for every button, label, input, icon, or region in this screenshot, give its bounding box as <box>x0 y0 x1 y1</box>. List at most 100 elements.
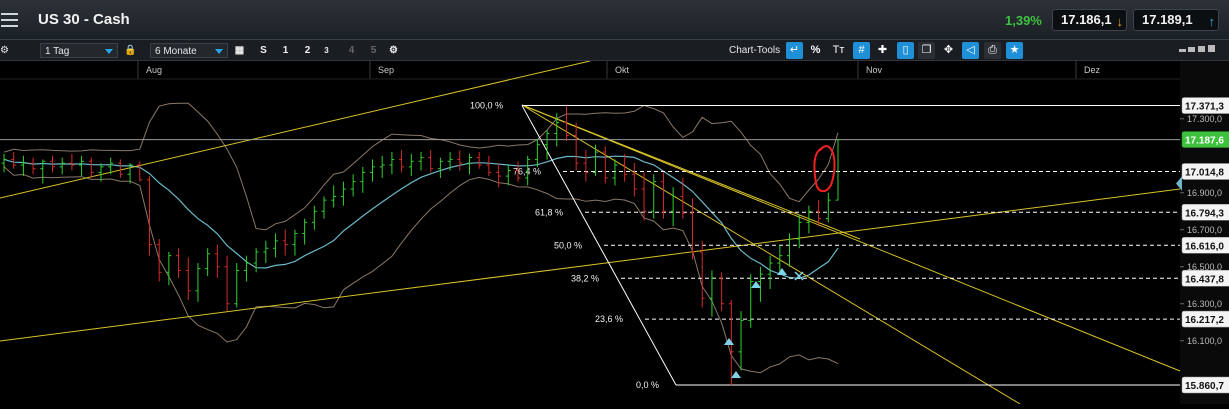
candle <box>486 155 492 177</box>
restore-icon[interactable] <box>1188 47 1195 52</box>
candle <box>1 153 7 173</box>
zoom-button-1[interactable]: 1 <box>278 43 293 58</box>
candle <box>253 248 259 273</box>
fibonacci-level-label: 0,0 % <box>636 380 659 390</box>
candle <box>331 185 337 208</box>
candle <box>379 155 385 178</box>
candle <box>59 157 65 175</box>
chart-tools-label: Chart-Tools <box>729 45 781 56</box>
candle <box>370 159 376 182</box>
candle <box>389 152 395 175</box>
interval-value: 1 Tag <box>45 46 70 57</box>
candle <box>660 172 666 219</box>
range-select[interactable]: 6 Monate <box>150 43 228 58</box>
y-tick-label: 16.300,0 <box>1187 299 1222 309</box>
chevron-down-icon <box>105 49 113 54</box>
candle <box>428 150 434 173</box>
bollinger-lower-line <box>3 166 839 374</box>
interval-select[interactable]: 1 Tag <box>40 43 118 58</box>
candle <box>195 263 201 302</box>
trendline-fib-1 <box>521 104 1181 372</box>
chevron-down-icon <box>215 49 223 54</box>
zoom-button-3[interactable]: 3 <box>319 43 334 58</box>
range-value: 6 Monate <box>155 46 197 57</box>
trendline-lower-channel <box>0 188 1181 342</box>
candle <box>457 150 463 171</box>
price-tag-label: 17.187,6 <box>1185 136 1224 147</box>
instrument-title: US 30 - Cash <box>38 11 130 28</box>
candle <box>20 155 26 177</box>
buy-signal-triangle <box>731 371 741 378</box>
candle <box>350 174 356 197</box>
back-arrow-icon[interactable]: ↵ <box>786 42 803 59</box>
price-chart[interactable]: Aug Sep Okt Nov Dez 100,0 % 76,4 % 61,8 % 50,0 %… <box>0 60 1229 405</box>
candle <box>185 257 191 301</box>
fibonacci-level-label: 38,2 % <box>571 273 599 283</box>
lock-icon[interactable]: 🔒 <box>124 43 136 58</box>
candle <box>738 311 744 371</box>
candle <box>787 233 793 267</box>
trendline-upper-channel <box>0 60 591 199</box>
candle <box>11 152 17 169</box>
print-icon[interactable]: ⎙ <box>984 42 1001 59</box>
candle <box>573 122 579 171</box>
percent-button[interactable]: % <box>807 42 824 59</box>
grid-icon[interactable]: # <box>853 42 870 59</box>
zoom-button-s[interactable]: S <box>256 43 271 58</box>
text-tool-button[interactable]: Tᴛ <box>830 42 847 59</box>
candle <box>757 266 763 302</box>
candle <box>69 153 75 171</box>
candle <box>796 214 802 249</box>
fibonacci-level-label: 23,6 % <box>595 314 623 324</box>
crosshair-icon[interactable]: ✚ <box>874 42 891 59</box>
candlestick-icon[interactable]: ▯ <box>897 42 914 59</box>
candle <box>302 218 308 245</box>
candle <box>214 244 220 278</box>
gear-icon[interactable]: ⚙ <box>386 43 401 58</box>
candle <box>418 152 424 171</box>
candle <box>360 166 366 193</box>
maximize-icon[interactable] <box>1198 46 1205 52</box>
zoom-button-4[interactable]: 4 <box>344 43 359 58</box>
fibonacci-level-label: 50,0 % <box>554 240 582 250</box>
trendline-fib-2 <box>521 104 1021 405</box>
candle <box>476 152 482 169</box>
minimize-icon[interactable] <box>1179 49 1186 52</box>
price-tag-label: 16.217,2 <box>1185 315 1224 326</box>
candle <box>263 240 269 264</box>
candle <box>690 198 696 260</box>
candle <box>234 263 240 308</box>
candle <box>612 159 618 186</box>
buy-price-value: 17.189,1 <box>1142 12 1193 27</box>
zoom-button-5[interactable]: 5 <box>366 43 381 58</box>
fibonacci-level-label: 61,8 % <box>535 207 563 217</box>
candle <box>79 155 85 177</box>
chart-canvas[interactable]: Aug Sep Okt Nov Dez 100,0 % 76,4 % 61,8 % 50,0 %… <box>0 60 1229 405</box>
tag-icon[interactable]: ◁ <box>962 42 979 59</box>
candle <box>835 139 841 201</box>
settings-gear-icon[interactable]: ⚙ <box>0 43 12 58</box>
price-change-percent: 1,39% <box>1005 13 1042 28</box>
calendar-icon[interactable]: ▦ <box>232 43 247 58</box>
indicators-icon[interactable]: ✥ <box>940 42 957 59</box>
month-label: Aug <box>146 65 162 75</box>
candle <box>583 150 589 182</box>
candle <box>321 196 327 219</box>
buy-arrow-icon: ↑ <box>1208 14 1216 29</box>
candle <box>88 157 94 178</box>
sell-price-button[interactable]: 17.186,1 ↓ <box>1052 9 1127 31</box>
price-tag-label: 15.860,7 <box>1185 381 1224 392</box>
candle <box>399 150 405 173</box>
chart-toolbar: ⚙ 1 Tag 🔒 6 Monate ▦ S 1 2 3 4 5 ⚙ Chart… <box>0 40 1229 61</box>
price-tag-label: 17.014,8 <box>1185 168 1224 179</box>
zoom-button-2[interactable]: 2 <box>300 43 315 58</box>
compare-icon[interactable]: ❐ <box>918 42 935 59</box>
sell-arrow-icon: ↓ <box>1116 14 1124 29</box>
hamburger-menu-icon[interactable] <box>0 0 22 40</box>
y-tick-label: 16.900,0 <box>1187 188 1222 198</box>
fibonacci-level-label: 76,4 % <box>513 167 541 177</box>
settings-tools-icon[interactable]: ★ <box>1006 42 1023 59</box>
fullscreen-icon[interactable] <box>1208 45 1215 52</box>
buy-price-button[interactable]: 17.189,1 ↑ <box>1133 9 1219 31</box>
candle <box>670 187 676 227</box>
